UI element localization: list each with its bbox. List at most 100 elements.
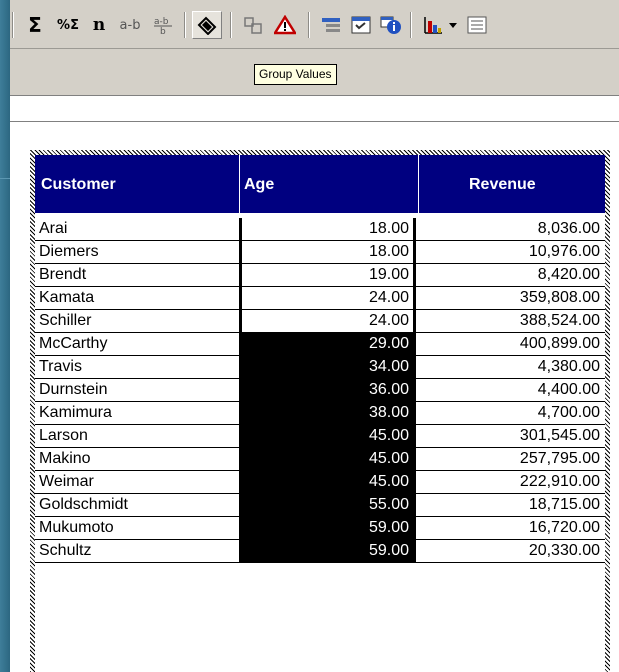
table-row[interactable]: Makino 45.00 257,795.00: [35, 448, 605, 471]
toolbar-separator: [410, 12, 412, 38]
group-values-button[interactable]: [192, 11, 222, 39]
table-row[interactable]: Durnstein 36.00 4,400.00: [35, 379, 605, 402]
revenue-cell[interactable]: 222,910.00: [419, 471, 605, 493]
list-icon: [467, 16, 487, 34]
revenue-cell[interactable]: 16,720.00: [419, 517, 605, 539]
fraction-icon: a-b b: [154, 17, 172, 35]
hierarchy-icon: [322, 18, 340, 32]
age-cell[interactable]: 24.00: [240, 287, 416, 309]
desktop-edge: [0, 0, 10, 672]
column-header-label: Revenue: [469, 176, 536, 193]
age-cell-grouped[interactable]: 29.00: [240, 333, 416, 355]
info-icon: [380, 16, 401, 34]
age-cell-grouped[interactable]: 59.00: [240, 540, 416, 562]
chart-dropdown-button[interactable]: [446, 14, 460, 36]
table-row[interactable]: Larson 45.00 301,545.00: [35, 425, 605, 448]
chevron-down-icon: [449, 23, 457, 28]
table-row[interactable]: Diemers 18.00 10,976.00: [35, 241, 605, 264]
formula-bar[interactable]: [10, 95, 619, 121]
revenue-cell[interactable]: 10,976.00: [419, 241, 605, 263]
table-row[interactable]: Arai 18.00 8,036.00: [35, 218, 605, 241]
age-cell-grouped[interactable]: 38.00: [240, 402, 416, 424]
column-header-customer[interactable]: Customer: [35, 155, 240, 213]
revenue-cell[interactable]: 400,899.00: [419, 333, 605, 355]
revenue-cell[interactable]: 301,545.00: [419, 425, 605, 447]
table-row[interactable]: Travis 34.00 4,380.00: [35, 356, 605, 379]
customer-cell[interactable]: Brendt: [35, 264, 240, 286]
customer-cell[interactable]: Diemers: [35, 241, 240, 263]
list-button[interactable]: [464, 14, 490, 36]
toolbar: Σ %Σ n a-b a-b b: [10, 0, 619, 49]
revenue-cell[interactable]: 257,795.00: [419, 448, 605, 470]
customer-cell[interactable]: Kamata: [35, 287, 240, 309]
table-row[interactable]: Mukumoto 59.00 16,720.00: [35, 517, 605, 540]
age-cell-grouped[interactable]: 55.00: [240, 494, 416, 516]
group-values-icon: [197, 16, 217, 35]
chart-button[interactable]: [420, 14, 446, 36]
table-row[interactable]: Schiller 24.00 388,524.00: [35, 310, 605, 333]
svg-text:b: b: [160, 27, 166, 35]
customer-cell[interactable]: Schultz: [35, 540, 240, 562]
age-cell-grouped[interactable]: 59.00: [240, 517, 416, 539]
age-cell[interactable]: 19.00: [240, 264, 416, 286]
age-cell-grouped[interactable]: 45.00: [240, 448, 416, 470]
revenue-cell[interactable]: 8,036.00: [419, 218, 605, 240]
warning-icon: [274, 15, 296, 35]
toolbar-separator: [308, 12, 310, 38]
toolbar-separator: [184, 12, 186, 38]
customer-cell[interactable]: McCarthy: [35, 333, 240, 355]
revenue-cell[interactable]: 8,420.00: [419, 264, 605, 286]
age-cell-grouped[interactable]: 45.00: [240, 471, 416, 493]
table-row[interactable]: Kamata 24.00 359,808.00: [35, 287, 605, 310]
revenue-cell[interactable]: 4,380.00: [419, 356, 605, 378]
revenue-cell[interactable]: 388,524.00: [419, 310, 605, 332]
group-values-tooltip: Group Values: [254, 64, 337, 85]
count-button[interactable]: n: [88, 14, 110, 36]
revenue-cell[interactable]: 4,400.00: [419, 379, 605, 401]
age-cell[interactable]: 24.00: [240, 310, 416, 332]
customer-cell[interactable]: Larson: [35, 425, 240, 447]
toolbar-separator: [12, 12, 14, 38]
table-row[interactable]: Schultz 59.00 20,330.00: [35, 540, 605, 563]
age-cell-grouped[interactable]: 34.00: [240, 356, 416, 378]
table-row[interactable]: Brendt 19.00 8,420.00: [35, 264, 605, 287]
customer-cell[interactable]: Schiller: [35, 310, 240, 332]
customer-cell[interactable]: Makino: [35, 448, 240, 470]
customer-cell[interactable]: Goldschmidt: [35, 494, 240, 516]
table-row[interactable]: Kamimura 38.00 4,700.00: [35, 402, 605, 425]
percent-sum-button[interactable]: %Σ: [54, 14, 82, 36]
column-header-revenue[interactable]: Revenue: [419, 155, 605, 213]
table-row[interactable]: Goldschmidt 55.00 18,715.00: [35, 494, 605, 517]
properties-icon: [351, 16, 371, 34]
ungroup-icon: [244, 17, 262, 34]
customer-cell[interactable]: Travis: [35, 356, 240, 378]
customer-cell[interactable]: Durnstein: [35, 379, 240, 401]
customer-cell[interactable]: Weimar: [35, 471, 240, 493]
revenue-cell[interactable]: 359,808.00: [419, 287, 605, 309]
age-cell-grouped[interactable]: 45.00: [240, 425, 416, 447]
hierarchy-button[interactable]: [318, 14, 344, 36]
age-cell[interactable]: 18.00: [240, 241, 416, 263]
age-cell[interactable]: 18.00: [240, 218, 416, 240]
column-header-age[interactable]: Age: [240, 155, 419, 213]
revenue-cell[interactable]: 18,715.00: [419, 494, 605, 516]
customer-cell[interactable]: Mukumoto: [35, 517, 240, 539]
warning-button[interactable]: [272, 14, 298, 36]
difference-button[interactable]: a-b: [114, 14, 146, 36]
revenue-cell[interactable]: 20,330.00: [419, 540, 605, 562]
column-header-label: Age: [244, 176, 275, 193]
table-row[interactable]: McCarthy 29.00 400,899.00: [35, 333, 605, 356]
revenue-cell[interactable]: 4,700.00: [419, 402, 605, 424]
column-header-label: Customer: [41, 176, 116, 193]
ungroup-button[interactable]: [240, 14, 266, 36]
sum-button[interactable]: Σ: [24, 13, 46, 37]
customer-cell[interactable]: Arai: [35, 218, 240, 240]
age-cell-grouped[interactable]: 36.00: [240, 379, 416, 401]
info-button[interactable]: [378, 14, 404, 36]
bar-chart-icon: [424, 17, 442, 34]
properties-button[interactable]: [348, 14, 374, 36]
toolbar-separator: [230, 12, 232, 38]
customer-cell[interactable]: Kamimura: [35, 402, 240, 424]
fraction-button[interactable]: a-b b: [150, 14, 178, 36]
table-row[interactable]: Weimar 45.00 222,910.00: [35, 471, 605, 494]
